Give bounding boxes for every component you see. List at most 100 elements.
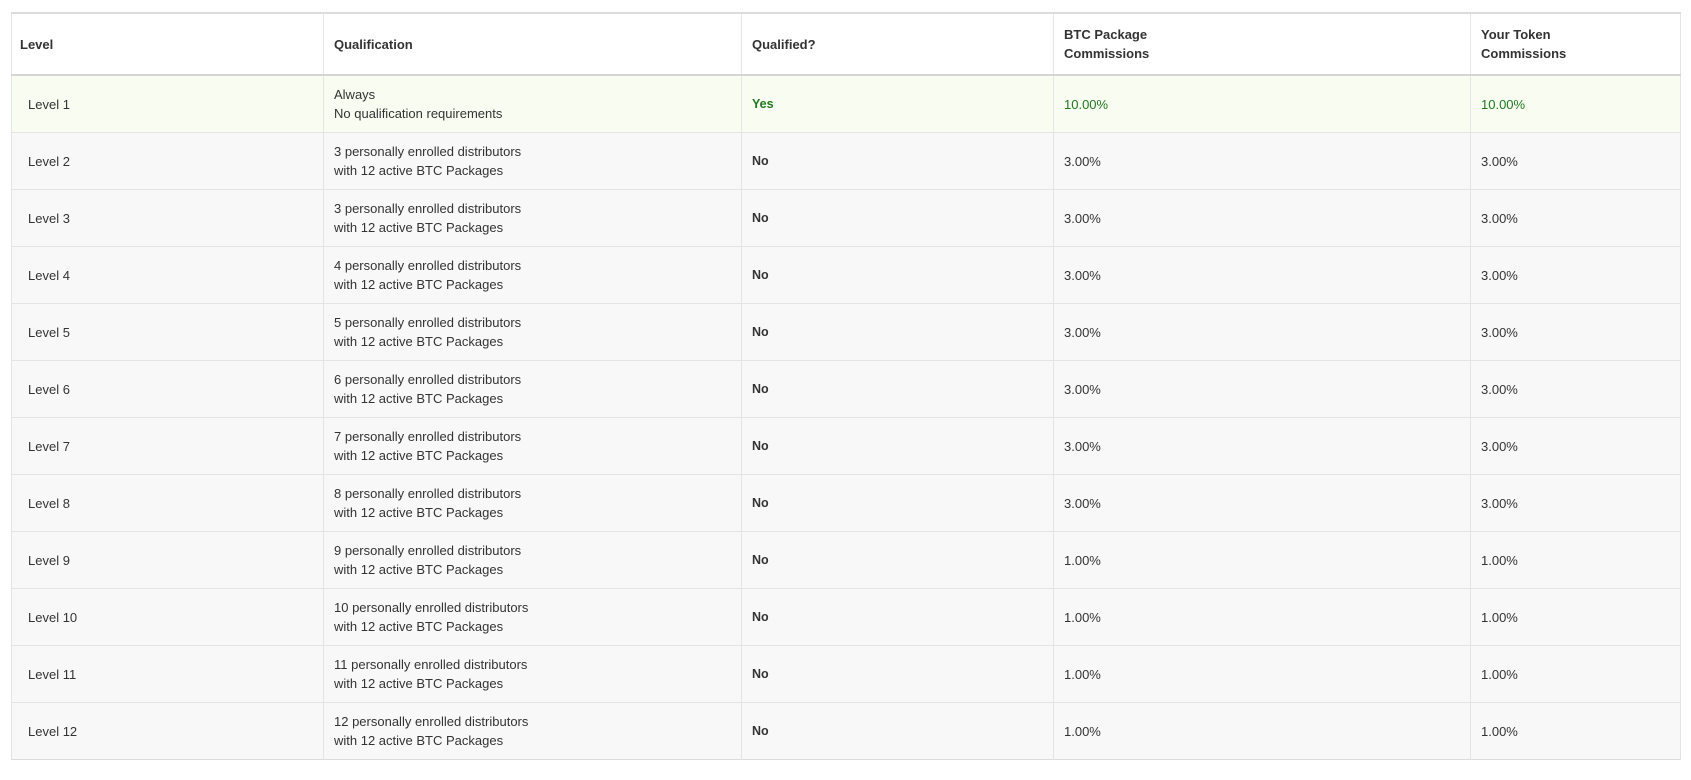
cell-qualification: 4 personally enrolled distributors with 1… xyxy=(323,246,742,304)
qualification-line1: 4 personally enrolled distributors xyxy=(334,258,522,273)
cell-level: Level 3 xyxy=(11,189,324,247)
table-row: Level 3 3 personally enrolled distributor… xyxy=(11,189,1681,247)
cell-btc-commission: 1.00% xyxy=(1053,531,1471,589)
cell-level: Level 10 xyxy=(11,588,324,646)
qualification-line1: 10 personally enrolled distributors xyxy=(334,600,529,615)
qualification-line2: with 12 active BTC Packages xyxy=(334,676,504,691)
cell-qualification: 6 personally enrolled distributors with 1… xyxy=(323,360,742,418)
qualification-line1: 3 personally enrolled distributors xyxy=(334,144,522,159)
cell-btc-commission: 3.00% xyxy=(1053,132,1471,190)
qualification-line1: 5 personally enrolled distributors xyxy=(334,315,522,330)
cell-btc-commission: 3.00% xyxy=(1053,417,1471,475)
qualification-line2: with 12 active BTC Packages xyxy=(334,334,504,349)
header-level: Level xyxy=(11,13,324,76)
cell-qualified-status: No xyxy=(741,645,1054,703)
cell-token-commission: 1.00% xyxy=(1470,531,1681,589)
header-token-line1: Your Token xyxy=(1481,27,1551,42)
cell-qualified-status: No xyxy=(741,702,1054,760)
commission-levels-table: Level Qualification Qualified? BTC Packa… xyxy=(11,12,1681,760)
cell-level: Level 5 xyxy=(11,303,324,361)
cell-btc-commission: 10.00% xyxy=(1053,74,1471,133)
table-row: Level 23 personally enrolled distributor… xyxy=(11,132,1681,190)
qualification-line2: with 12 active BTC Packages xyxy=(334,448,504,463)
cell-level: Level 8 xyxy=(11,474,324,532)
cell-qualification: Always No qualification requirements xyxy=(323,74,742,133)
cell-qualified-status: No xyxy=(741,588,1054,646)
cell-token-commission: 3.00% xyxy=(1470,474,1681,532)
cell-btc-commission: 3.00% xyxy=(1053,189,1471,247)
cell-qualified-status: No xyxy=(741,531,1054,589)
header-token-line2: Commissions xyxy=(1481,46,1567,61)
cell-token-commission: 3.00% xyxy=(1470,303,1681,361)
cell-level: Level 12 xyxy=(11,702,324,760)
cell-btc-commission: 1.00% xyxy=(1053,588,1471,646)
cell-qualification: 12 personally enrolled distributors with … xyxy=(323,702,742,760)
table-body: Level 1 Always No qualification requiremen… xyxy=(11,74,1681,760)
cell-btc-commission: 3.00% xyxy=(1053,360,1471,418)
qualification-line2: with 12 active BTC Packages xyxy=(334,220,504,235)
cell-qualified-status: No xyxy=(741,303,1054,361)
cell-token-commission: 1.00% xyxy=(1470,645,1681,703)
cell-level: Level 1 xyxy=(11,74,324,133)
qualification-line1: 7 personally enrolled distributors xyxy=(334,429,522,444)
table-row: Level 9 9 personally enrolled distributor… xyxy=(11,531,1681,589)
cell-qualified-status: No xyxy=(741,474,1054,532)
qualification-line2: with 12 active BTC Packages xyxy=(334,505,504,520)
cell-btc-commission: 3.00% xyxy=(1053,246,1471,304)
cell-qualified-status: Yes xyxy=(741,74,1054,133)
qualification-line1: 6 personally enrolled distributors xyxy=(334,372,522,387)
qualification-line2: with 12 active BTC Packages xyxy=(334,277,504,292)
table-row: Level 44 personally enrolled distributor… xyxy=(11,246,1681,304)
cell-level: Level 11 xyxy=(11,645,324,703)
qualification-line1: 12 personally enrolled distributors xyxy=(334,714,529,729)
qualification-line1: 9 personally enrolled distributors xyxy=(334,543,522,558)
header-btc-line2: Commissions xyxy=(1064,46,1150,61)
cell-qualification: 3 personally enrolled distributors with 1… xyxy=(323,132,742,190)
qualification-line2: with 12 active BTC Packages xyxy=(334,391,504,406)
cell-qualification: 5 personally enrolled distributors with 1… xyxy=(323,303,742,361)
cell-token-commission: 3.00% xyxy=(1470,246,1681,304)
cell-token-commission: 3.00% xyxy=(1470,360,1681,418)
cell-token-commission: 1.00% xyxy=(1470,588,1681,646)
table-header: Level Qualification Qualified? BTC Packa… xyxy=(11,13,1681,76)
qualification-line2: with 12 active BTC Packages xyxy=(334,163,504,178)
cell-level: Level 7 xyxy=(11,417,324,475)
cell-level: Level 2 xyxy=(11,132,324,190)
cell-qualified-status: No xyxy=(741,417,1054,475)
cell-qualification: 10 personally enrolled distributors with … xyxy=(323,588,742,646)
cell-level: Level 9 xyxy=(11,531,324,589)
qualification-line2: with 12 active BTC Packages xyxy=(334,562,504,577)
cell-qualified-status: No xyxy=(741,189,1054,247)
table-row: Level 55 personally enrolled distributor… xyxy=(11,303,1681,361)
header-btc-commissions: BTC Package Commissions xyxy=(1053,13,1471,76)
table-row: Level 77 personally enrolled distributor… xyxy=(11,417,1681,475)
cell-level: Level 6 xyxy=(11,360,324,418)
cell-btc-commission: 3.00% xyxy=(1053,303,1471,361)
cell-btc-commission: 1.00% xyxy=(1053,645,1471,703)
cell-qualification: 7 personally enrolled distributors with 1… xyxy=(323,417,742,475)
qualification-line2: No qualification requirements xyxy=(334,106,503,121)
qualification-line1: 11 personally enrolled distributors xyxy=(334,657,528,672)
qualification-line1: 3 personally enrolled distributors xyxy=(334,201,522,216)
qualification-line2: with 12 active BTC Packages xyxy=(334,619,504,634)
cell-btc-commission: 3.00% xyxy=(1053,474,1471,532)
cell-qualified-status: No xyxy=(741,246,1054,304)
cell-token-commission: 3.00% xyxy=(1470,132,1681,190)
cell-qualification: 11 personally enrolled distributors with … xyxy=(323,645,742,703)
header-row: Level Qualification Qualified? BTC Packa… xyxy=(11,13,1681,76)
cell-token-commission: 3.00% xyxy=(1470,189,1681,247)
header-token-commissions: Your Token Commissions xyxy=(1470,13,1681,76)
table-row: Level 66 personally enrolled distributor… xyxy=(11,360,1681,418)
header-btc-line1: BTC Package xyxy=(1064,27,1148,42)
qualification-line1: Always xyxy=(334,87,376,102)
table-row: Level 12 12 personally enrolled distribut… xyxy=(11,702,1681,760)
qualification-line2: with 12 active BTC Packages xyxy=(334,733,504,748)
table-row: Level 10 10 personally enrolled distribut… xyxy=(11,588,1681,646)
cell-level: Level 4 xyxy=(11,246,324,304)
qualification-line1: 8 personally enrolled distributors xyxy=(334,486,522,501)
cell-token-commission: 3.00% xyxy=(1470,417,1681,475)
cell-qualified-status: No xyxy=(741,132,1054,190)
table-row: Level 8 8 personally enrolled distributor… xyxy=(11,474,1681,532)
cell-qualified-status: No xyxy=(741,360,1054,418)
cell-token-commission: 10.00% xyxy=(1470,74,1681,133)
